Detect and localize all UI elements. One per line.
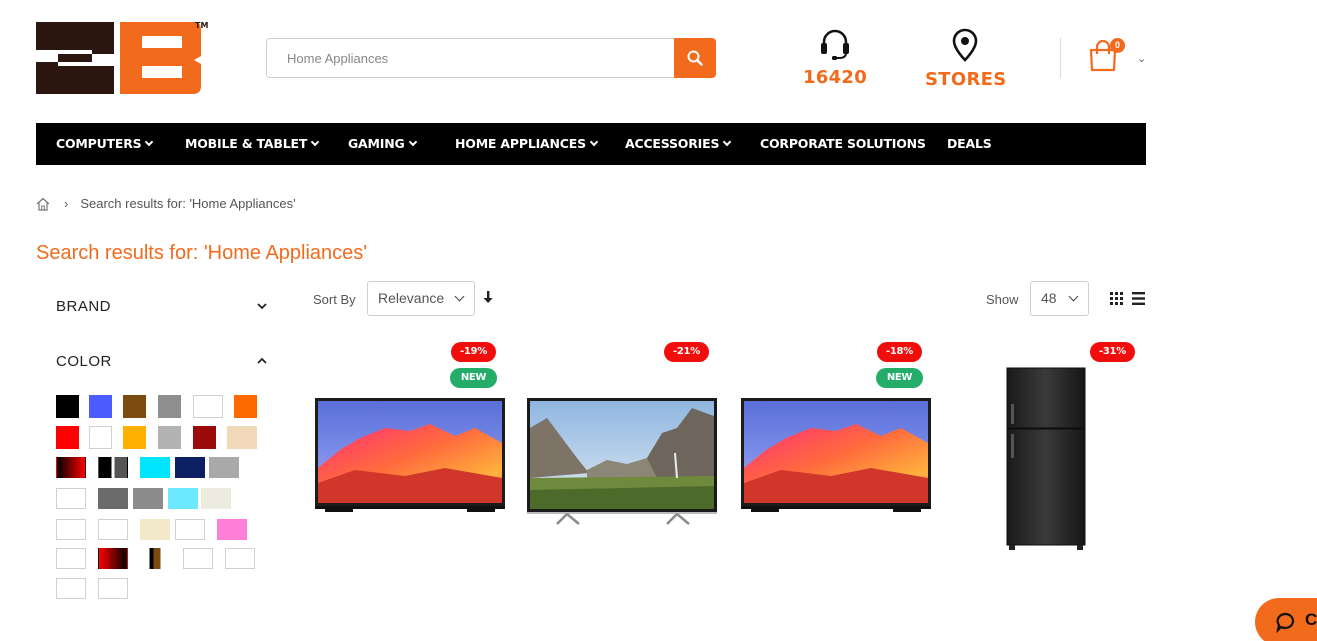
color-swatch[interactable] (56, 548, 86, 569)
product-image-sony-tv[interactable] (527, 398, 717, 526)
color-swatch[interactable] (98, 578, 128, 599)
color-swatch[interactable] (175, 519, 205, 540)
discount-badge: -31% (1090, 342, 1135, 362)
search-input[interactable] (266, 38, 674, 78)
mini-cart-button[interactable]: 0 (1088, 38, 1128, 74)
breadcrumb-current: Search results for: 'Home Appliances' (80, 196, 296, 211)
search-button[interactable] (674, 38, 716, 78)
cart-count-badge: 0 (1110, 38, 1125, 53)
product-image-samsung-tv[interactable] (315, 398, 505, 516)
chevron-down-icon (723, 137, 732, 147)
color-swatch[interactable] (123, 426, 146, 449)
search-bar (266, 38, 716, 78)
chevron-down-icon (310, 137, 320, 147)
grid-view-icon[interactable] (1110, 292, 1123, 305)
color-swatch[interactable] (158, 426, 181, 449)
main-navigation: COMPUTERS MOBILE & TABLET GAMING HOME AP… (36, 123, 1146, 165)
list-view-icon[interactable] (1132, 292, 1145, 305)
page-title: Search results for: 'Home Appliances' (36, 242, 368, 264)
color-swatch[interactable] (183, 548, 213, 569)
color-swatch[interactable] (56, 488, 86, 509)
chevron-down-icon (408, 137, 417, 147)
hotline-number: 16420 (802, 67, 868, 88)
sort-by-label: Sort By (313, 292, 356, 307)
chevron-down-icon[interactable] (256, 300, 268, 312)
color-swatch[interactable] (98, 457, 128, 478)
discount-badge: -19% (451, 342, 496, 362)
chevron-down-icon (145, 137, 154, 147)
product-image-samsung-tv[interactable] (741, 398, 931, 516)
color-swatch[interactable] (56, 457, 86, 478)
product-image-refrigerator[interactable] (1005, 366, 1087, 552)
sort-select-value: Relevance (378, 290, 445, 306)
color-swatch[interactable] (89, 395, 112, 418)
color-swatch[interactable] (140, 519, 170, 540)
color-swatch[interactable] (168, 488, 198, 509)
stores-link[interactable]: STORES (925, 28, 1007, 90)
home-icon[interactable] (36, 197, 50, 211)
nav-item-mobile-tablet[interactable]: MOBILE & TABLET (185, 123, 320, 165)
chat-label: C (1305, 610, 1317, 629)
color-swatch[interactable] (175, 457, 205, 478)
svg-text:TM: TM (195, 21, 208, 30)
color-swatch[interactable] (56, 395, 79, 418)
chat-bubble-icon (1276, 612, 1295, 633)
sort-direction-arrow-icon[interactable] (481, 289, 495, 305)
nav-item-home-appliances[interactable]: HOME APPLIANCES (455, 123, 599, 165)
color-swatch[interactable] (201, 488, 231, 509)
color-swatch[interactable] (89, 426, 112, 449)
chevron-right-icon: › (64, 196, 69, 211)
color-swatch[interactable] (133, 488, 163, 509)
stores-label: STORES (925, 69, 1007, 90)
color-swatch[interactable] (56, 519, 86, 540)
color-swatch[interactable] (225, 548, 255, 569)
filter-color-title[interactable]: COLOR (56, 353, 112, 370)
color-swatch[interactable] (227, 426, 257, 449)
color-swatch[interactable] (158, 395, 181, 418)
limiter-value: 48 (1041, 290, 1057, 306)
map-pin-icon (952, 28, 978, 62)
color-swatch[interactable] (56, 426, 79, 449)
color-swatch[interactable] (193, 395, 223, 418)
breadcrumb: › Search results for: 'Home Appliances' (36, 196, 296, 211)
header-divider (1060, 38, 1061, 78)
chevron-up-icon[interactable] (256, 355, 268, 367)
color-swatch[interactable] (209, 457, 239, 478)
color-swatch[interactable] (217, 519, 247, 540)
hotline-link[interactable]: 16420 (795, 28, 875, 88)
show-label: Show (986, 292, 1019, 307)
color-swatch[interactable] (98, 519, 128, 540)
nav-item-gaming[interactable]: GAMING (348, 123, 417, 165)
color-swatch[interactable] (193, 426, 216, 449)
color-swatch[interactable] (123, 395, 146, 418)
nav-item-deals[interactable]: DEALS (947, 123, 992, 165)
new-badge: NEW (876, 368, 923, 388)
new-badge: NEW (450, 368, 497, 388)
color-swatch[interactable] (234, 395, 257, 418)
color-swatch[interactable] (56, 578, 86, 599)
search-icon (687, 50, 703, 66)
discount-badge: -18% (877, 342, 922, 362)
chevron-down-icon (589, 137, 599, 147)
nav-item-corporate-solutions[interactable]: CORPORATE SOLUTIONS (760, 123, 926, 165)
nav-item-accessories[interactable]: ACCESSORIES (625, 123, 732, 165)
chat-widget-button[interactable]: C (1255, 598, 1317, 641)
headset-icon (821, 29, 849, 60)
color-swatch[interactable] (140, 548, 170, 569)
discount-badge: -21% (664, 342, 709, 362)
brand-logo[interactable]: TM (36, 20, 211, 96)
color-swatch[interactable] (98, 548, 128, 569)
sort-select[interactable]: Relevance (367, 281, 475, 316)
color-swatch[interactable] (140, 457, 170, 478)
chevron-down-icon (1068, 291, 1079, 302)
color-swatch[interactable] (98, 488, 128, 509)
nav-item-computers[interactable]: COMPUTERS (56, 123, 154, 165)
limiter-select[interactable]: 48 (1030, 281, 1089, 316)
chevron-down-icon (454, 291, 465, 302)
cart-chevron-down-icon[interactable]: ⌄ (1137, 52, 1146, 65)
filter-brand-title[interactable]: BRAND (56, 298, 111, 315)
